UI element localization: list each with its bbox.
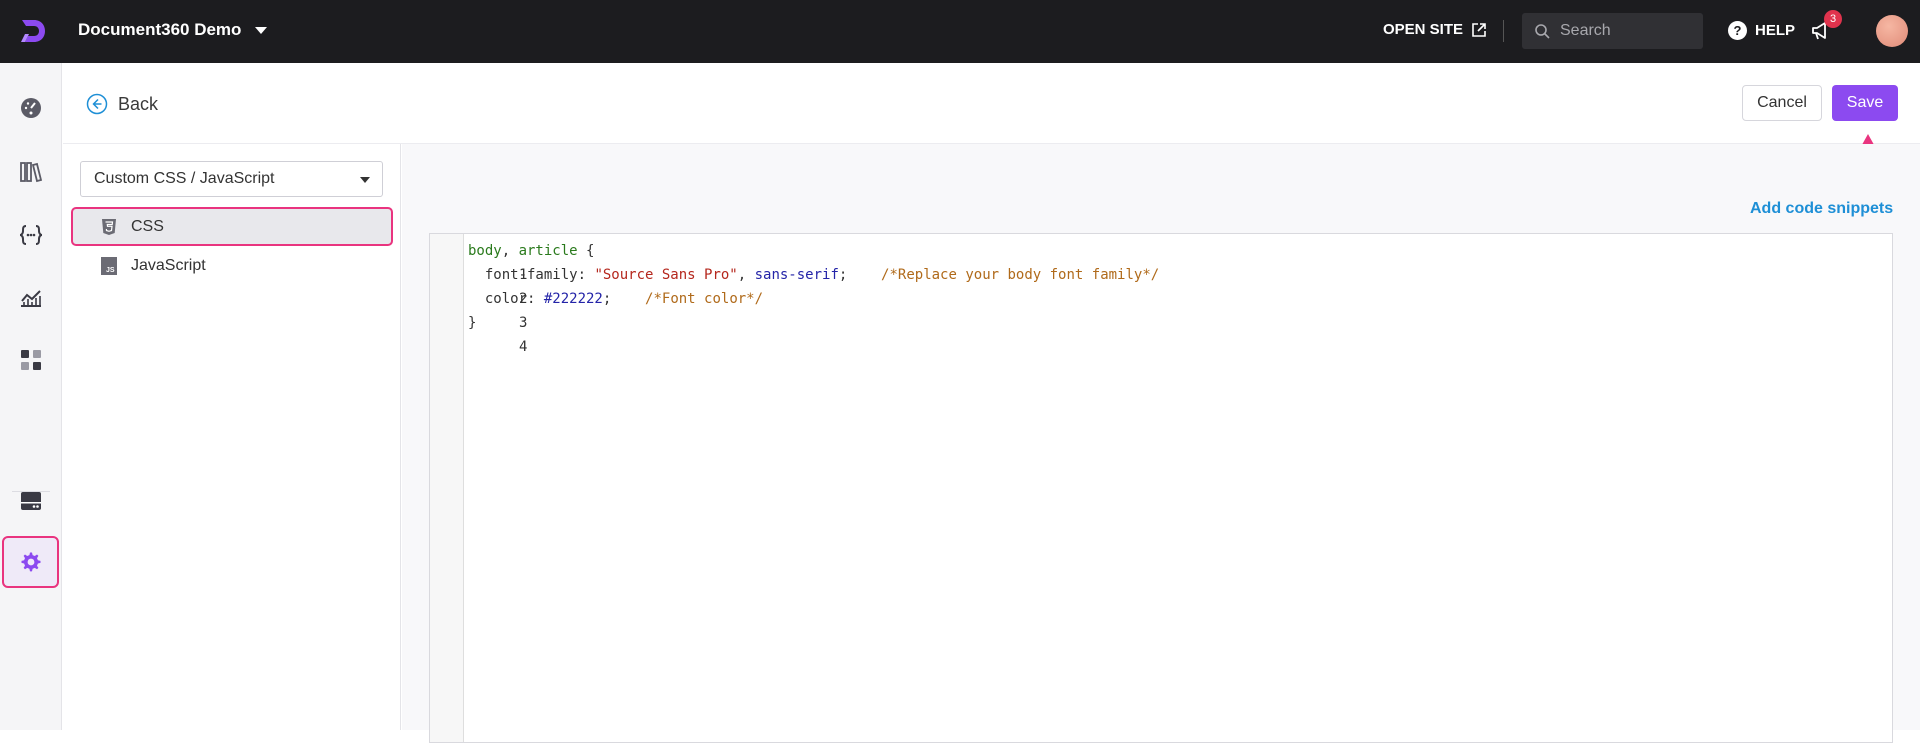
line-number: 4 xyxy=(519,339,528,355)
rail-item-dashboard[interactable] xyxy=(8,85,54,131)
svg-text:JS: JS xyxy=(106,267,115,274)
gauge-icon xyxy=(21,98,41,118)
file-item-label: JavaScript xyxy=(131,256,206,274)
chart-line-icon xyxy=(21,290,41,307)
code-line: 4 } xyxy=(430,311,527,355)
add-code-snippets-link[interactable]: Add code snippets xyxy=(1750,200,1893,218)
file-panel: Custom CSS / JavaScript CSS JS JavaScrip… xyxy=(63,144,401,730)
css-property: color: xyxy=(468,291,544,307)
css-string: "Source Sans Pro" xyxy=(594,267,738,283)
document360-logo[interactable] xyxy=(16,14,50,48)
save-button[interactable]: Save xyxy=(1832,85,1898,121)
rail-item-api[interactable] xyxy=(8,212,54,258)
css-selector: article xyxy=(518,243,578,259)
back-button[interactable]: Back xyxy=(86,93,158,115)
search-icon xyxy=(1535,24,1550,39)
notification-badge: 3 xyxy=(1824,10,1842,28)
file-item-label: CSS xyxy=(131,217,164,235)
external-link-icon xyxy=(1472,22,1486,37)
page-header: Back Cancel Save xyxy=(63,63,1920,144)
css3-icon xyxy=(102,218,116,235)
books-icon xyxy=(20,162,43,183)
open-site-label: OPEN SITE xyxy=(1383,21,1464,38)
help-button[interactable]: ? HELP xyxy=(1728,21,1795,40)
punctuation: } xyxy=(468,315,477,331)
css-value: sans-serif xyxy=(754,267,839,283)
file-item-css[interactable]: CSS xyxy=(71,207,393,246)
divider xyxy=(1503,20,1504,42)
js-icon: JS xyxy=(101,256,117,275)
back-label: Back xyxy=(118,93,159,114)
project-name: Document360 Demo xyxy=(78,20,242,39)
help-icon: ? xyxy=(1728,21,1747,40)
custom-code-type-select[interactable]: Custom CSS / JavaScript xyxy=(80,161,383,197)
editor-area: Add code snippets 1 body, article { 2 fo… xyxy=(402,144,1920,743)
punctuation: , xyxy=(501,243,519,259)
select-value: Custom CSS / JavaScript xyxy=(94,170,275,187)
rail-item-analytics[interactable] xyxy=(8,275,54,321)
code-braces-icon xyxy=(19,225,43,245)
chevron-down-icon xyxy=(360,177,370,183)
css-comment: /*Replace your body font family*/ xyxy=(881,267,1160,283)
project-switcher[interactable]: Document360 Demo xyxy=(78,20,268,40)
rail-item-settings[interactable] xyxy=(2,536,59,588)
code-line: 2 font-family: "Source Sans Pro", sans-s… xyxy=(430,263,1159,307)
drive-icon xyxy=(21,492,41,510)
css-comment: /*Font color*/ xyxy=(645,291,764,307)
rail-item-widgets[interactable] xyxy=(8,337,54,383)
css-value: #222222 xyxy=(543,291,603,307)
punctuation: ; xyxy=(602,291,646,307)
code-line: 3 color: #222222; /*Font color*/ xyxy=(430,287,763,331)
code-line: 1 body, article { xyxy=(430,239,594,283)
left-nav-rail xyxy=(0,63,62,730)
css-property: font-family: xyxy=(468,267,595,283)
search-box[interactable] xyxy=(1522,13,1703,49)
code-editor[interactable]: 1 body, article { 2 font-family: "Source… xyxy=(429,233,1893,743)
apps-grid-icon xyxy=(21,350,41,370)
top-bar: Document360 Demo OPEN SITE ? HELP 3 xyxy=(0,0,1920,63)
punctuation: ; xyxy=(838,267,882,283)
rail-item-documentation[interactable] xyxy=(8,149,54,195)
notifications-button[interactable]: 3 xyxy=(1810,10,1842,44)
rail-item-drive[interactable] xyxy=(8,478,54,524)
search-input[interactable] xyxy=(1560,22,1690,40)
avatar[interactable] xyxy=(1876,15,1908,47)
cancel-button[interactable]: Cancel xyxy=(1742,85,1822,121)
file-item-javascript[interactable]: JS JavaScript xyxy=(71,246,393,285)
chevron-down-icon xyxy=(255,26,268,34)
gear-icon xyxy=(21,552,40,572)
punctuation: , xyxy=(737,267,755,283)
css-selector: body xyxy=(468,243,502,259)
open-site-link[interactable]: OPEN SITE xyxy=(1383,21,1487,38)
help-label: HELP xyxy=(1755,22,1796,39)
punctuation: { xyxy=(577,243,595,259)
back-arrow-icon xyxy=(86,93,108,115)
